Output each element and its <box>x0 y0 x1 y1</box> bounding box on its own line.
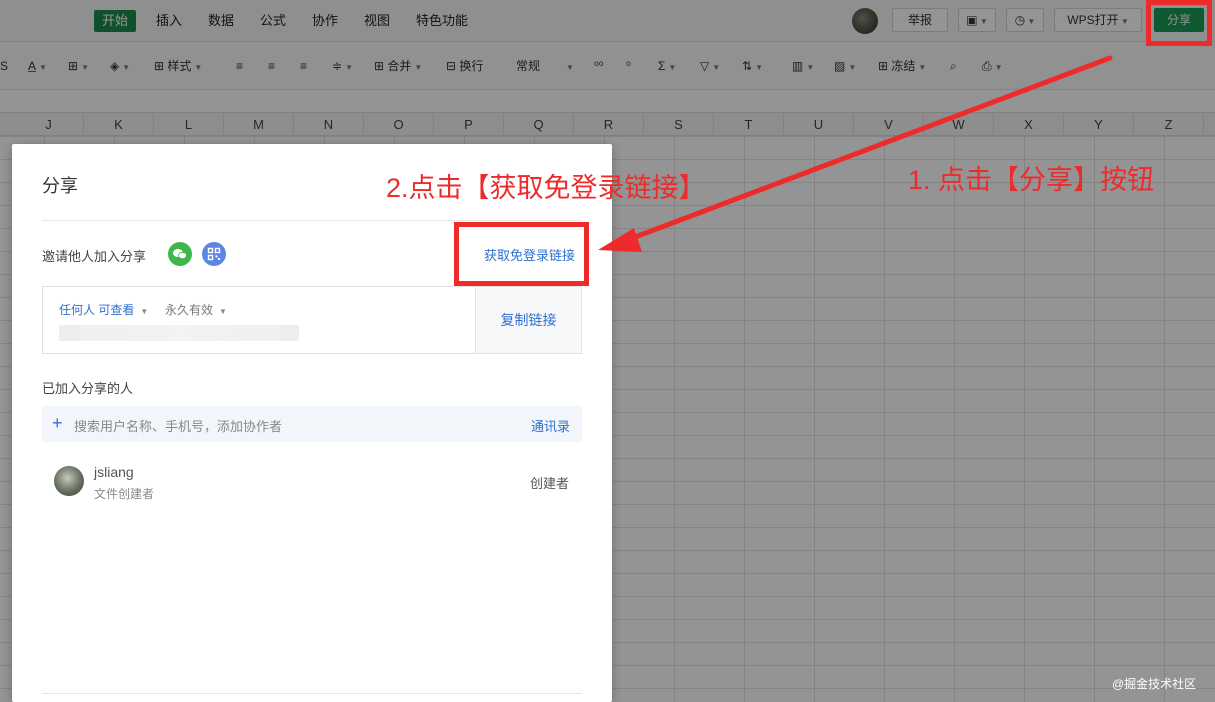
watermark: @掘金技术社区 <box>1112 677 1197 691</box>
annotation-arrow <box>598 55 1113 252</box>
arrow-head <box>598 228 642 252</box>
arrow-shaft <box>619 55 1113 245</box>
